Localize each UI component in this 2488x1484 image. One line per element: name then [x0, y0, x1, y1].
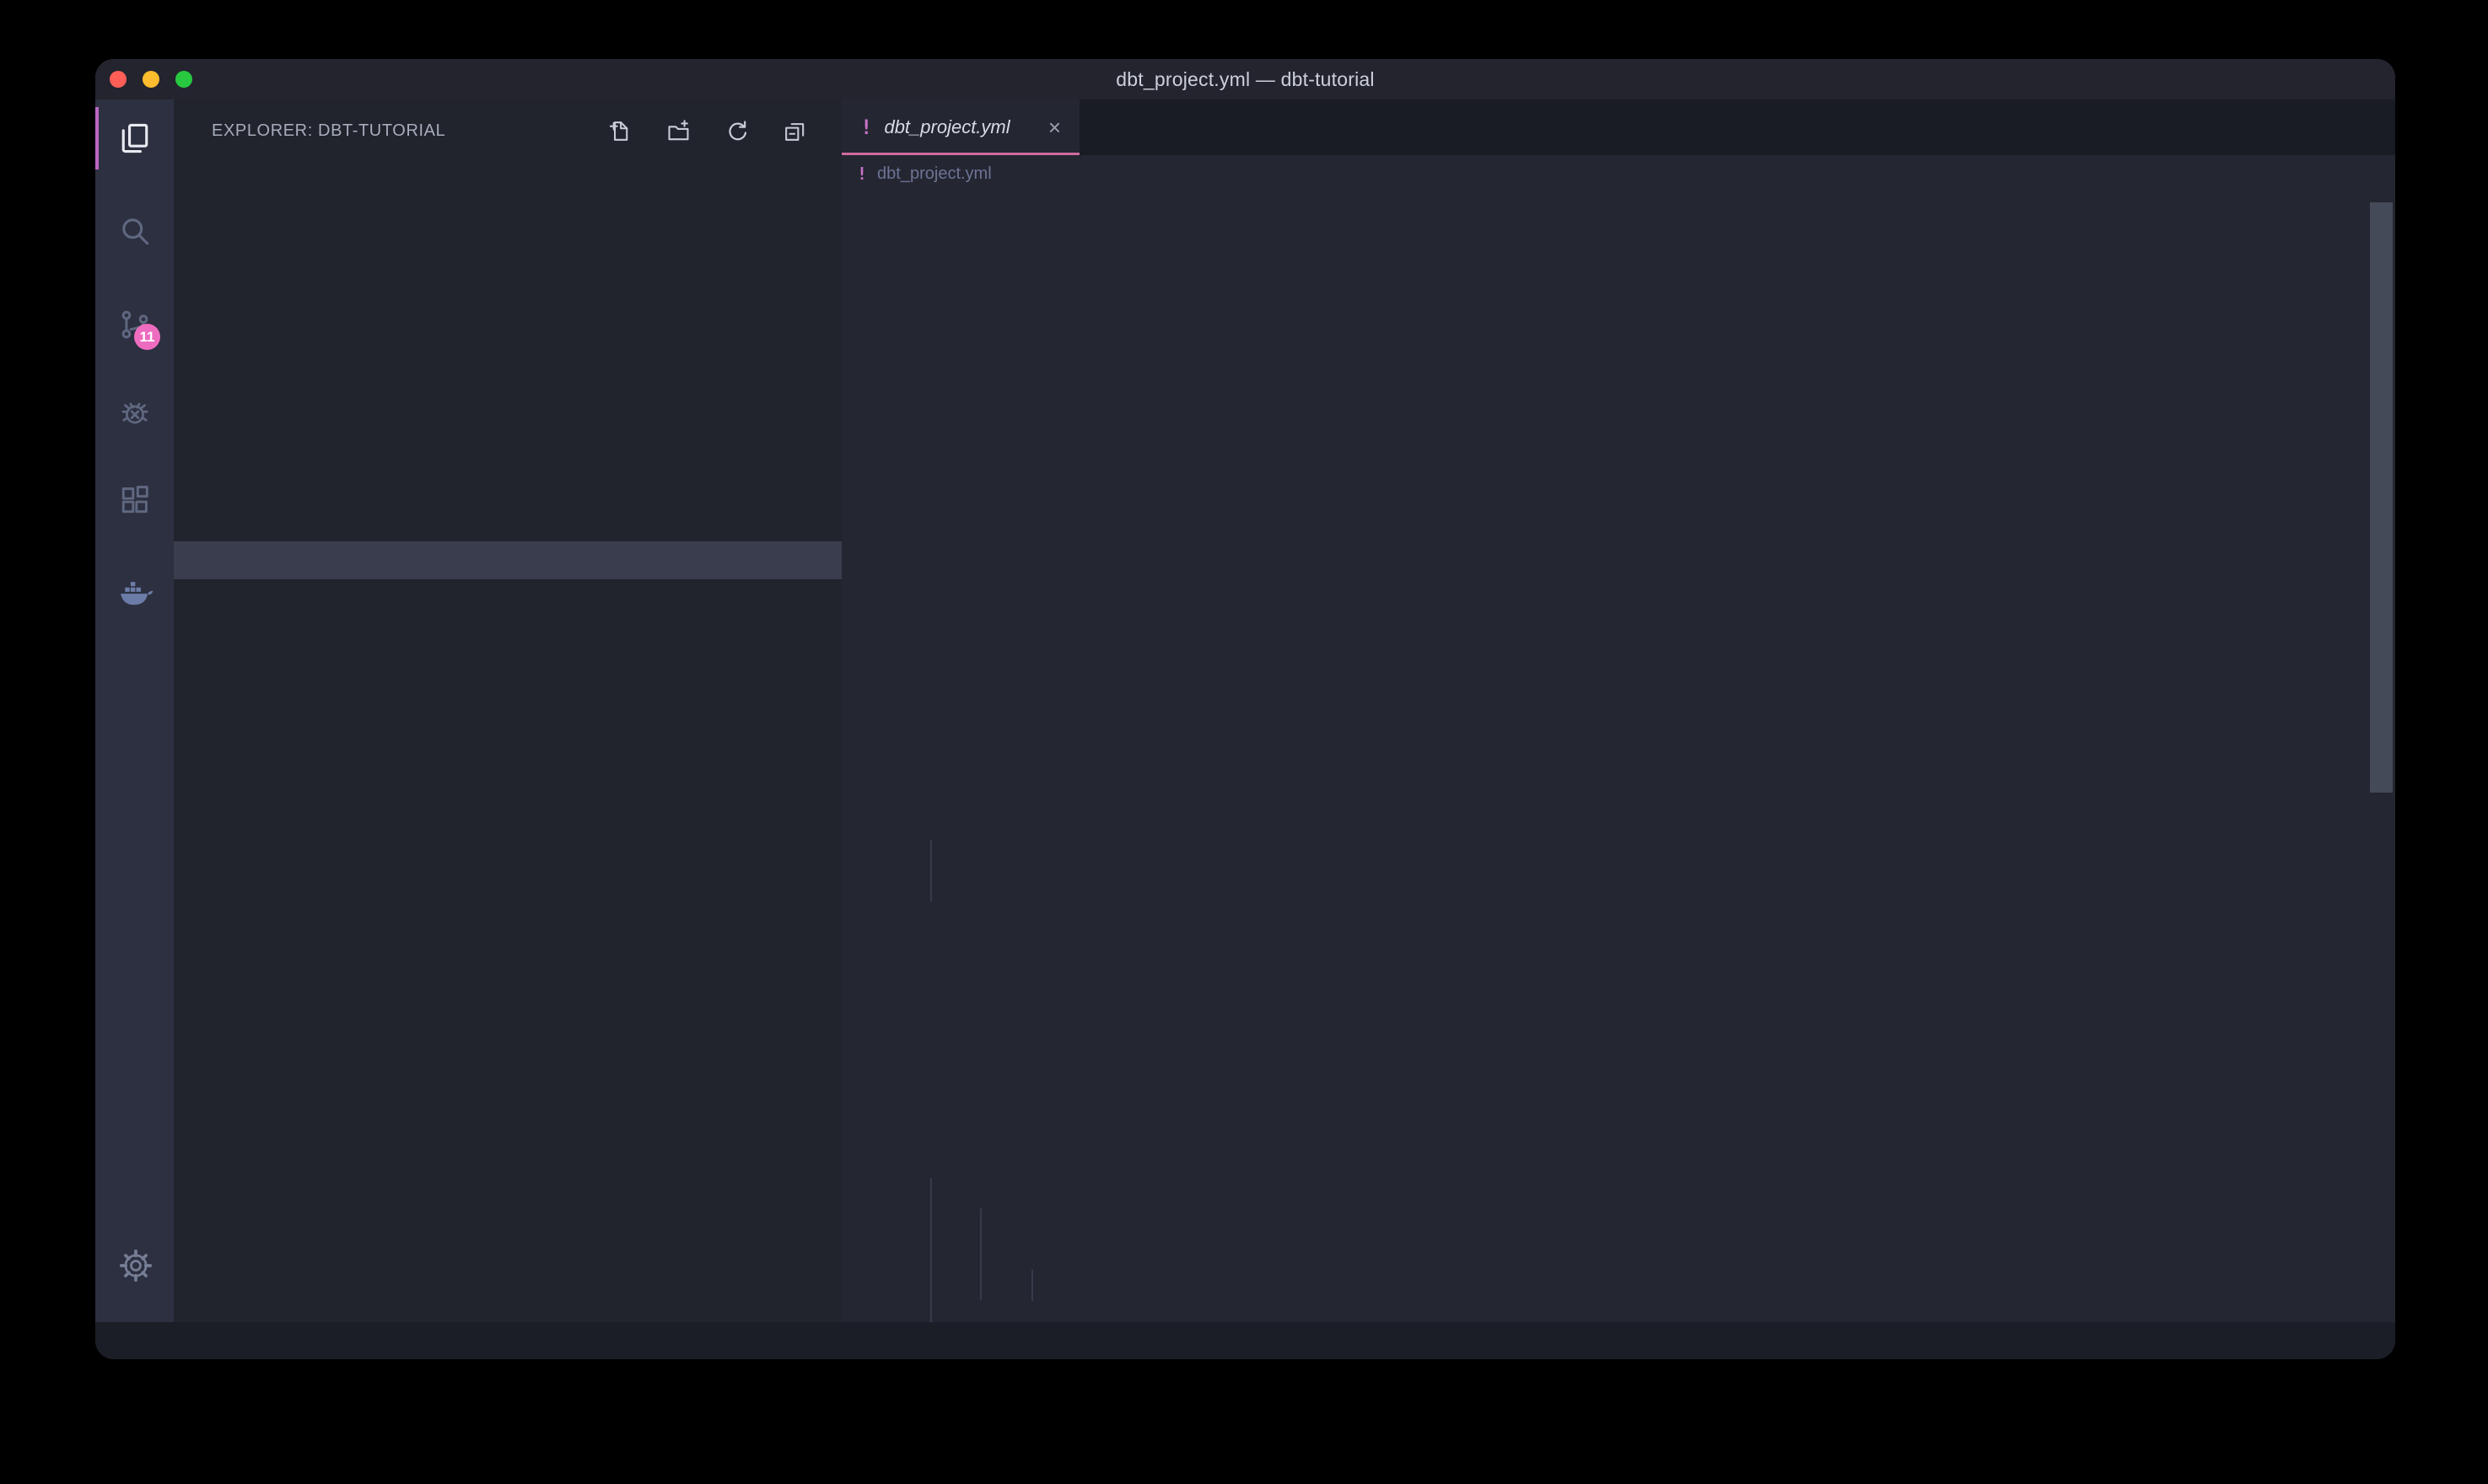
activity-item-settings[interactable] — [95, 1227, 174, 1303]
minimize-window-button[interactable] — [143, 71, 159, 88]
tree-file--gitkeep[interactable] — [174, 200, 842, 238]
activity-item-files[interactable] — [95, 100, 174, 176]
new-file-icon — [607, 118, 633, 144]
tree-folder-macros[interactable] — [174, 314, 842, 352]
collapse-all-button[interactable] — [782, 118, 808, 144]
tab-dbt-project-yml[interactable]: ! dbt_project.yml × — [842, 99, 1080, 155]
explorer-header: EXPLORER: DBT-TUTORIAL — [174, 99, 842, 162]
tab-label: dbt_project.yml — [884, 116, 1010, 138]
code-editor[interactable] — [842, 192, 2395, 1322]
breadcrumb[interactable]: ! dbt_project.yml — [842, 155, 2395, 192]
explorer-sidebar: EXPLORER: DBT-TUTORIAL — [174, 99, 842, 1322]
activity-item-debug[interactable] — [95, 374, 174, 450]
code-lines — [842, 192, 2395, 196]
minimap[interactable] — [2179, 192, 2370, 1322]
file-tree — [174, 162, 842, 579]
explorer-title: EXPLORER: DBT-TUTORIAL — [212, 121, 607, 141]
close-window-button[interactable] — [110, 71, 127, 88]
close-tab-icon[interactable]: × — [1048, 116, 1061, 138]
title-bar[interactable]: dbt_project.yml — dbt-tutorial — [95, 59, 2395, 99]
activity-item-source-control[interactable]: 11 — [95, 287, 174, 363]
debug-icon — [116, 394, 153, 431]
refresh-icon — [724, 118, 750, 144]
tree-file--gitkeep[interactable] — [174, 276, 842, 314]
tree-file-my-first-dbt-model-sql[interactable] — [174, 427, 842, 465]
collapse-all-icon — [782, 118, 808, 144]
window-controls — [110, 71, 192, 88]
scm-changes-badge: 11 — [134, 324, 160, 350]
zoom-window-button[interactable] — [175, 71, 192, 88]
search-icon — [116, 212, 153, 250]
gear-icon — [117, 1247, 153, 1282]
activity-item-extensions[interactable] — [95, 462, 174, 538]
yaml-file-icon: ! — [857, 164, 867, 184]
tree-folder-analysis[interactable] — [174, 162, 842, 200]
indent-guide — [980, 1208, 982, 1300]
editor-group: ! dbt_project.yml × ! dbt_project.yml — [842, 99, 2395, 1322]
activity-item-docker[interactable] — [95, 555, 174, 631]
breadcrumb-item[interactable]: dbt_project.yml — [877, 164, 992, 184]
tab-bar: ! dbt_project.yml × — [842, 99, 2395, 155]
new-folder-icon — [665, 118, 692, 144]
tree-folder-tests[interactable] — [174, 541, 842, 579]
tree-folder-data[interactable] — [174, 238, 842, 276]
activity-item-search[interactable] — [95, 193, 174, 269]
indent-guide — [1031, 1270, 1033, 1301]
tree-file-my-second-dbt-model-sql[interactable] — [174, 465, 842, 503]
explorer-actions — [607, 118, 808, 144]
files-icon — [116, 120, 153, 157]
scrollbar[interactable] — [2370, 202, 2393, 793]
refresh-button[interactable] — [724, 118, 750, 144]
indent-guide — [930, 840, 932, 901]
extensions-icon — [116, 481, 153, 519]
docker-icon — [116, 574, 153, 611]
tree-file-schema-yml[interactable] — [174, 503, 842, 541]
new-file-button[interactable] — [607, 118, 633, 144]
tree-folder-models-example[interactable] — [174, 390, 842, 427]
new-folder-button[interactable] — [665, 118, 692, 144]
tree-file--gitkeep[interactable] — [174, 352, 842, 390]
status-bar — [95, 1322, 2395, 1359]
yaml-file-icon: ! — [860, 116, 872, 139]
window-title: dbt_project.yml — dbt-tutorial — [1116, 68, 1374, 91]
indent-guide — [930, 1178, 932, 1322]
vscode-window: dbt_project.yml — dbt-tutorial 11 EXPLOR… — [95, 59, 2395, 1359]
activity-bar: 11 — [95, 99, 174, 1322]
